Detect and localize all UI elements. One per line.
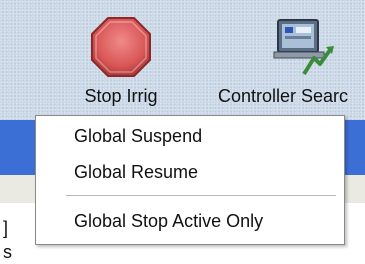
menu-item-global-resume[interactable]: Global Resume [36, 158, 344, 186]
stop-irrig-dropdown-menu: Global Suspend Global Resume Global Stop… [35, 115, 345, 245]
controller-search-icon [270, 14, 340, 80]
stop-irrig-button[interactable]: Stop Irrig [68, 14, 174, 114]
stop-sign-icon [86, 14, 156, 80]
stop-irrig-label: Stop Irrig [84, 86, 158, 106]
background-text-fragment: ] [3, 218, 9, 238]
menu-item-global-suspend[interactable]: Global Suspend [36, 122, 344, 150]
menu-separator [66, 195, 336, 197]
controller-search-button[interactable]: Controller Searc [210, 14, 365, 114]
screen: Stop Irrig Controller Searc ] s Global S… [0, 0, 365, 264]
background-text-fragment: s [3, 242, 12, 262]
controller-search-label: Controller Searc [218, 86, 349, 106]
menu-item-global-stop-active-only[interactable]: Global Stop Active Only [36, 207, 344, 235]
